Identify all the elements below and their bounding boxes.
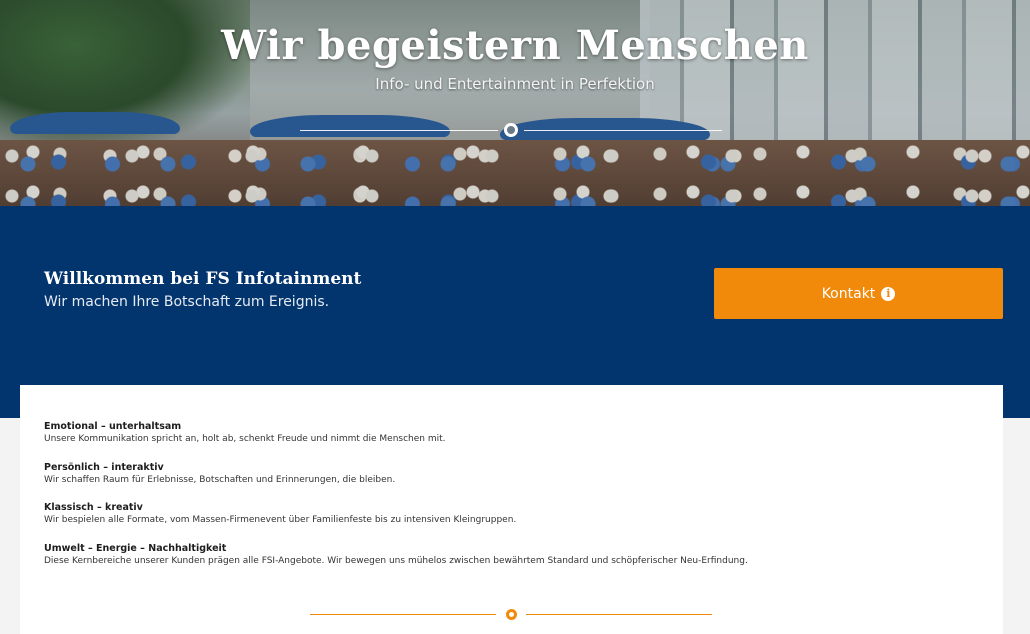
feature-text: Wir bespielen alle Formate, vom Massen-F…: [44, 515, 517, 525]
feature-item: Emotional – unterhaltsam Unsere Kommunik…: [44, 420, 446, 446]
feature-item: Klassisch – kreativ Wir bespielen alle F…: [44, 501, 516, 527]
feature-title: Umwelt – Energie – Nachhaltigkeit: [44, 543, 227, 554]
hero-divider-right: [524, 130, 722, 131]
feature-item: Umwelt – Energie – Nachhaltigkeit Diese …: [44, 542, 748, 568]
features-card: Emotional – unterhaltsam Unsere Kommunik…: [20, 385, 1003, 634]
hero-section: Wir begeistern Menschen Info- und Entert…: [0, 0, 1030, 206]
hero-subtitle: Info- und Entertainment in Perfektion: [375, 75, 655, 93]
feature-text: Unsere Kommunikation spricht an, holt ab…: [44, 434, 446, 444]
welcome-subtitle: Wir machen Ihre Botschaft zum Ereignis.: [44, 294, 330, 310]
footer-divider-right: [526, 614, 712, 615]
hero-divider-left: [300, 130, 498, 131]
kontakt-button-label: Kontakt: [821, 285, 876, 302]
feature-title: Klassisch – kreativ: [44, 502, 143, 513]
info-icon: i: [881, 286, 896, 301]
feature-text: Wir schaffen Raum für Erlebnisse, Botsch…: [44, 475, 396, 485]
globe-icon: [506, 609, 517, 620]
feature-text: Diese Kernbereiche unserer Kunden prägen…: [44, 556, 748, 566]
hero-title: Wir begeistern Menschen: [221, 22, 809, 69]
footer-divider-left: [310, 614, 496, 615]
feature-item: Persönlich – interaktiv Wir schaffen Rau…: [44, 461, 395, 487]
feature-title: Persönlich – interaktiv: [44, 462, 164, 473]
welcome-title: Willkommen bei FS Infotainment: [44, 269, 362, 289]
globe-icon: [504, 123, 518, 137]
feature-title: Emotional – unterhaltsam: [44, 421, 182, 432]
kontakt-button[interactable]: Kontakt i: [714, 268, 1003, 319]
